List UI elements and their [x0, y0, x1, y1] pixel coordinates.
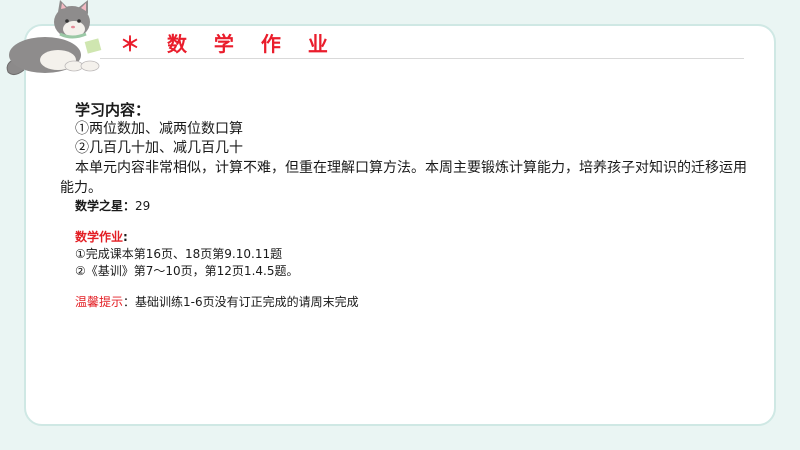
math-star-label: 数学之星：	[75, 199, 136, 213]
homework-item-1: ①完成课本第16页、18页第9.10.11题	[75, 247, 283, 261]
main-content: 学习内容： ①两位数加、减两位数口算 ②几百几十加、减几百几十 本单元内容非常相…	[60, 100, 750, 311]
math-star-line: 数学之星：29	[75, 198, 750, 215]
header-divider	[100, 58, 744, 59]
page-title: ＊ 数 学 作 业	[120, 32, 338, 56]
homework-item-2: ②《基训》第7～10页，第12页1.4.5题。	[75, 264, 299, 278]
study-item-1: ①两位数加、减两位数口算	[75, 121, 243, 137]
reminder-label: 温馨提示	[75, 295, 124, 309]
cat-illustration	[6, 0, 102, 76]
homework-heading: 数学作业	[75, 230, 124, 244]
reminder-line: 温馨提示：基础训练1-6页没有订正完成的请周末完成	[75, 294, 750, 311]
homework-heading-line: 数学作业:	[75, 229, 750, 246]
reminder-text: ：基础训练1-6页没有订正完成的请周末完成	[123, 295, 359, 309]
homework-heading-colon: :	[123, 230, 128, 244]
study-heading: 学习内容：	[75, 101, 151, 119]
study-paragraph: 本单元内容非常相似，计算不难，但重在理解口算方法。本周主要锻炼计算能力，培养孩子…	[60, 160, 747, 196]
math-star-value: 29	[135, 199, 151, 213]
study-item-2: ②几百几十加、减几百几十	[75, 140, 243, 156]
